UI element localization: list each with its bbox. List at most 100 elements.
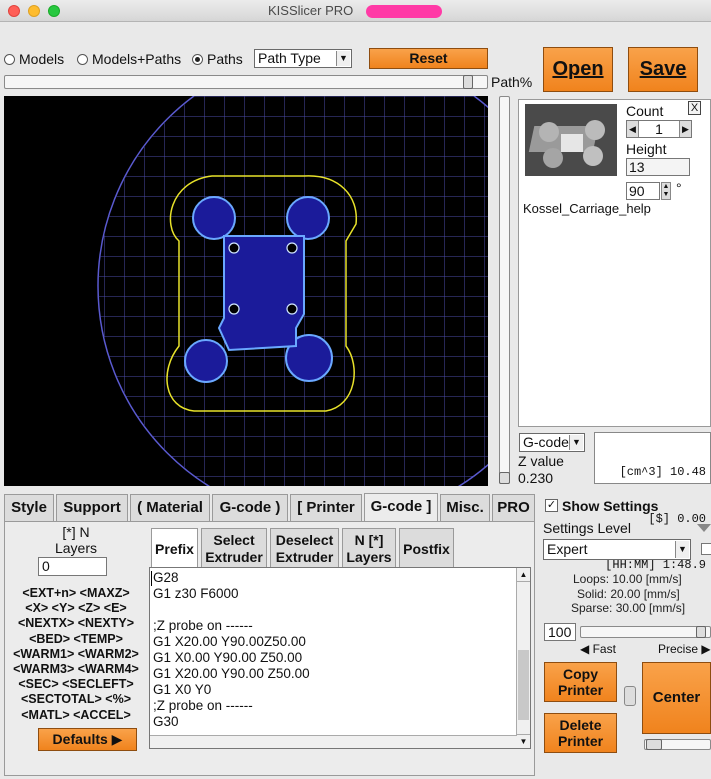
speed-slider[interactable]	[580, 626, 711, 638]
play-arrow-icon: ▶	[111, 731, 123, 747]
gcode-horizontal-scrollbar[interactable]	[150, 735, 517, 748]
close-window-icon[interactable]	[8, 5, 20, 17]
subtab-prefix[interactable]: Prefix	[151, 528, 198, 568]
gcode-variable: <WARM1> <WARM2>	[13, 646, 139, 661]
layers-label-line1: [*] N	[62, 524, 90, 540]
gcode-editor[interactable]: G28 G1 z30 F6000 ;Z probe on ------ G1 X20.…	[149, 567, 531, 749]
gcode-scrollbar[interactable]: ▲ ▼	[516, 568, 530, 748]
print-stats: [cm^3] 10.48 [$] 0.00 [HH:MM] 1:48.9	[594, 432, 711, 572]
tab-pro[interactable]: PRO	[492, 494, 535, 521]
title-bar: KISSlicer PRO	[0, 0, 711, 22]
tab-gcode-material[interactable]: G-code )	[212, 494, 288, 521]
scroll-down-icon[interactable]: ▼	[517, 734, 530, 748]
height-field[interactable]: 13	[626, 158, 690, 176]
chevron-down-icon: ▼	[569, 435, 583, 450]
gcode-variable: <X> <Y> <Z> <E>	[25, 601, 127, 616]
tab-support[interactable]: Support	[56, 494, 128, 521]
tab-gcode-printer[interactable]: G-code ]	[364, 493, 438, 522]
tab-style[interactable]: Style	[4, 494, 54, 521]
title-redaction	[366, 5, 442, 18]
count-stepper[interactable]: ◀ 1 ▶	[626, 120, 692, 138]
subtab-postfix[interactable]: Postfix	[399, 528, 454, 568]
gcode-variable: <SECTOTAL> <%>	[21, 692, 131, 707]
layer-slider[interactable]	[499, 96, 510, 484]
model-name[interactable]: Kossel_Carriage_help	[523, 201, 651, 216]
show-settings-checkbox[interactable]: ✓	[545, 499, 558, 512]
increment-icon[interactable]: ▶	[679, 121, 691, 137]
tab-misc[interactable]: Misc.	[440, 494, 490, 521]
path-type-select[interactable]: Path Type ▼	[254, 49, 352, 68]
stats-mode-select[interactable]: G-code ▼	[519, 433, 585, 452]
subtab-label: Select	[213, 532, 255, 548]
layers-input[interactable]: 0	[38, 557, 107, 576]
settings-checkbox[interactable]	[701, 543, 711, 555]
radio-paths[interactable]: Paths	[192, 51, 243, 67]
radio-models-paths[interactable]: Models+Paths	[77, 51, 181, 67]
gcode-line: G1 X20.00 Y90.00Z50.00	[153, 634, 306, 649]
collapse-icon[interactable]	[697, 524, 711, 532]
right-arrow-icon: ▶	[701, 642, 711, 656]
subtab-n-layers[interactable]: N [*] Layers	[342, 528, 396, 568]
slider-thumb[interactable]	[696, 626, 707, 638]
subtab-label: Postfix	[403, 541, 450, 557]
layers-label-line2: Layers	[54, 540, 98, 556]
center-button[interactable]: Center	[642, 662, 711, 734]
gcode-variable: <WARM3> <WARM4>	[13, 662, 139, 676]
defaults-button[interactable]: Defaults ▶	[38, 728, 137, 751]
radio-dot-selected[interactable]	[192, 53, 203, 65]
scroll-up-icon[interactable]: ▲	[517, 568, 530, 582]
gcode-line: G30	[153, 714, 179, 729]
layers-heading: [*] N Layers	[8, 524, 144, 556]
vertical-handle[interactable]	[624, 686, 636, 706]
model-thumbnail[interactable]	[525, 104, 617, 176]
gcode-line: G1 X20.00 Y90.00 Z50.00	[153, 666, 310, 681]
slider-thumb[interactable]	[462, 75, 473, 89]
tab-material[interactable]: ( Material	[130, 494, 210, 521]
reset-button[interactable]: Reset	[369, 48, 488, 69]
angle-field[interactable]: 90	[626, 182, 660, 200]
radio-label: Models	[19, 51, 65, 67]
decrement-icon[interactable]: ◀	[627, 121, 639, 137]
model-list-panel[interactable]: Count X ◀ 1 ▶ Height 13 90 ▲ ▼ ° Kossel_C…	[518, 99, 711, 427]
angle-spinner-icon[interactable]: ▲ ▼	[661, 182, 671, 200]
subtab-deselect-extruder[interactable]: Deselect Extruder	[270, 528, 339, 568]
subtab-label: Prefix	[155, 541, 194, 557]
radio-models[interactable]: Models	[4, 51, 64, 67]
precise-label-text: Precise	[658, 642, 699, 656]
loops-speed: Loops: 10.00 [mm/s]	[573, 572, 682, 586]
speed-value-field[interactable]: 100	[544, 623, 576, 641]
button-label: Printer	[557, 733, 604, 749]
z-value: 0.230	[518, 470, 554, 486]
minimize-window-icon[interactable]	[28, 5, 40, 17]
slider-thumb[interactable]	[499, 472, 510, 484]
settings-level-select[interactable]: Expert ▼	[543, 539, 691, 560]
slider-thumb[interactable]	[646, 739, 662, 750]
delete-printer-button[interactable]: Delete Printer	[544, 713, 617, 753]
radio-dot[interactable]	[4, 53, 15, 65]
scroll-thumb[interactable]	[518, 650, 529, 720]
copy-printer-button[interactable]: Copy Printer	[544, 662, 617, 702]
save-button[interactable]: Save	[628, 47, 698, 92]
subtab-select-extruder[interactable]: Select Extruder	[201, 528, 267, 568]
gcode-variable: <NEXTX> <NEXTY>	[17, 616, 135, 631]
open-button[interactable]: Open	[543, 47, 613, 92]
defaults-label: Defaults	[52, 731, 108, 747]
chevron-down-icon: ▼	[675, 541, 689, 558]
left-arrow-icon: ◀	[580, 642, 590, 656]
count-label: Count	[626, 103, 664, 119]
subtab-label: Layers	[346, 549, 392, 565]
settings-level-value: Expert	[547, 541, 588, 557]
gcode-line: G1 z30 F6000	[153, 586, 239, 601]
toolpath-viewport[interactable]	[4, 96, 488, 486]
tab-printer[interactable]: [ Printer	[290, 494, 362, 521]
zoom-window-icon[interactable]	[48, 5, 60, 17]
horizontal-handle[interactable]	[644, 739, 711, 750]
fast-label: ◀ Fast	[580, 642, 616, 656]
radio-dot[interactable]	[77, 53, 88, 65]
path-type-value: Path Type	[258, 50, 321, 66]
path-percent-slider[interactable]	[4, 75, 488, 89]
close-model-icon[interactable]: X	[688, 101, 701, 115]
count-value: 1	[655, 121, 663, 137]
path-percent-label: Path%	[491, 74, 533, 90]
degree-symbol: °	[676, 180, 682, 196]
